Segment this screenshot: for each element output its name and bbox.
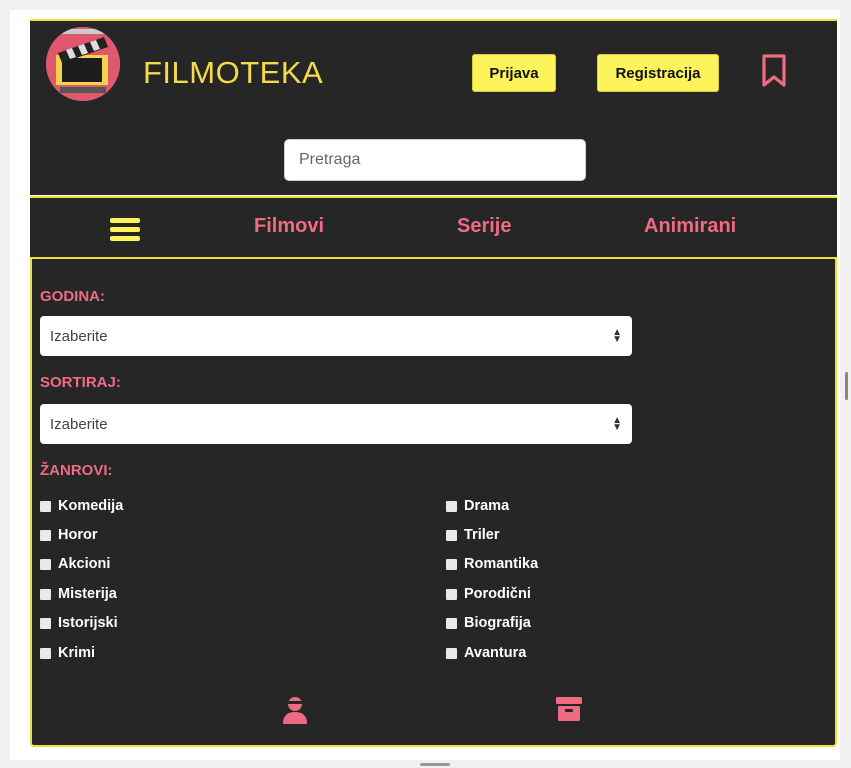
genre-label: Misterija bbox=[58, 586, 117, 602]
genre-label: Avantura bbox=[464, 645, 527, 661]
checkbox[interactable] bbox=[40, 500, 51, 512]
checkbox[interactable] bbox=[446, 500, 457, 512]
nav-item-filmovi[interactable]: Filmovi bbox=[254, 215, 324, 238]
genre-label: Istorijski bbox=[58, 615, 118, 631]
checkbox[interactable] bbox=[40, 558, 51, 570]
year-label: GODINA: bbox=[40, 288, 105, 305]
genre-label: Biografija bbox=[464, 615, 531, 631]
sort-select[interactable]: Izaberite ▲ ▼ bbox=[40, 404, 632, 444]
genre-checkbox-avantura[interactable]: Avantura bbox=[446, 645, 526, 661]
genre-checkbox-komedija[interactable]: Komedija bbox=[40, 498, 123, 514]
checkbox[interactable] bbox=[40, 617, 51, 629]
checkbox[interactable] bbox=[40, 647, 51, 659]
genre-checkbox-triler[interactable]: Triler bbox=[446, 527, 499, 543]
year-select[interactable]: Izaberite ▲ ▼ bbox=[40, 316, 632, 356]
nav-item-serije[interactable]: Serije bbox=[457, 215, 511, 238]
genre-label: Drama bbox=[464, 498, 510, 514]
checkbox[interactable] bbox=[40, 529, 51, 541]
checkbox[interactable] bbox=[446, 617, 457, 629]
resize-grip[interactable] bbox=[845, 372, 848, 400]
select-arrows-icon: ▲ ▼ bbox=[612, 327, 622, 345]
year-select-value: Izaberite bbox=[50, 327, 108, 345]
genre-label: Romantika bbox=[464, 556, 539, 572]
genre-checkbox-biografija[interactable]: Biografija bbox=[446, 615, 531, 631]
sort-select-value: Izaberite bbox=[50, 415, 108, 433]
sort-label: SORTIRAJ: bbox=[40, 374, 121, 391]
genre-checkbox-horor[interactable]: Horor bbox=[40, 527, 97, 543]
main-nav: Filmovi Serije Animirani bbox=[30, 196, 837, 259]
register-button[interactable]: Registracija bbox=[597, 54, 719, 92]
bookmark-icon[interactable] bbox=[761, 54, 787, 88]
login-button[interactable]: Prijava bbox=[472, 54, 556, 92]
genre-checkbox-krimi[interactable]: Krimi bbox=[40, 645, 95, 661]
filter-panel: GODINA: Izaberite ▲ ▼ SORTIRAJ: Izaberite… bbox=[30, 259, 837, 747]
select-arrows-icon: ▲ ▼ bbox=[612, 415, 622, 433]
checkbox[interactable] bbox=[446, 558, 457, 570]
checkbox[interactable] bbox=[446, 529, 457, 541]
checkbox[interactable] bbox=[446, 588, 457, 600]
checkbox[interactable] bbox=[446, 647, 457, 659]
genre-label: Porodični bbox=[464, 586, 531, 602]
genres-label: ŽANROVI: bbox=[40, 462, 113, 479]
nav-item-animirani[interactable]: Animirani bbox=[644, 215, 736, 238]
genre-label: Akcioni bbox=[58, 556, 111, 572]
genre-checkbox-porodicni[interactable]: Porodični bbox=[446, 586, 531, 602]
archive-icon[interactable] bbox=[555, 695, 583, 723]
search-input[interactable] bbox=[284, 139, 586, 181]
genre-checkbox-drama[interactable]: Drama bbox=[446, 498, 509, 514]
genre-label: Krimi bbox=[58, 645, 96, 661]
checkbox[interactable] bbox=[40, 588, 51, 600]
bottom-resize-grip[interactable] bbox=[420, 763, 450, 766]
genre-checkbox-akcioni[interactable]: Akcioni bbox=[40, 556, 110, 572]
genre-checkbox-istorijski[interactable]: Istorijski bbox=[40, 615, 118, 631]
hamburger-icon[interactable] bbox=[110, 218, 140, 241]
genre-label: Triler bbox=[464, 527, 500, 543]
site-header: FILMOTEKA Prijava Registracija bbox=[30, 19, 837, 195]
genre-checkbox-misterija[interactable]: Misterija bbox=[40, 586, 117, 602]
genre-label: Horor bbox=[58, 527, 98, 543]
genre-label: Komedija bbox=[58, 498, 124, 514]
brand-title[interactable]: FILMOTEKA bbox=[143, 55, 323, 91]
genre-checkbox-romantika[interactable]: Romantika bbox=[446, 556, 538, 572]
user-remove-icon[interactable] bbox=[282, 695, 308, 725]
clapperboard-icon[interactable] bbox=[46, 27, 120, 101]
